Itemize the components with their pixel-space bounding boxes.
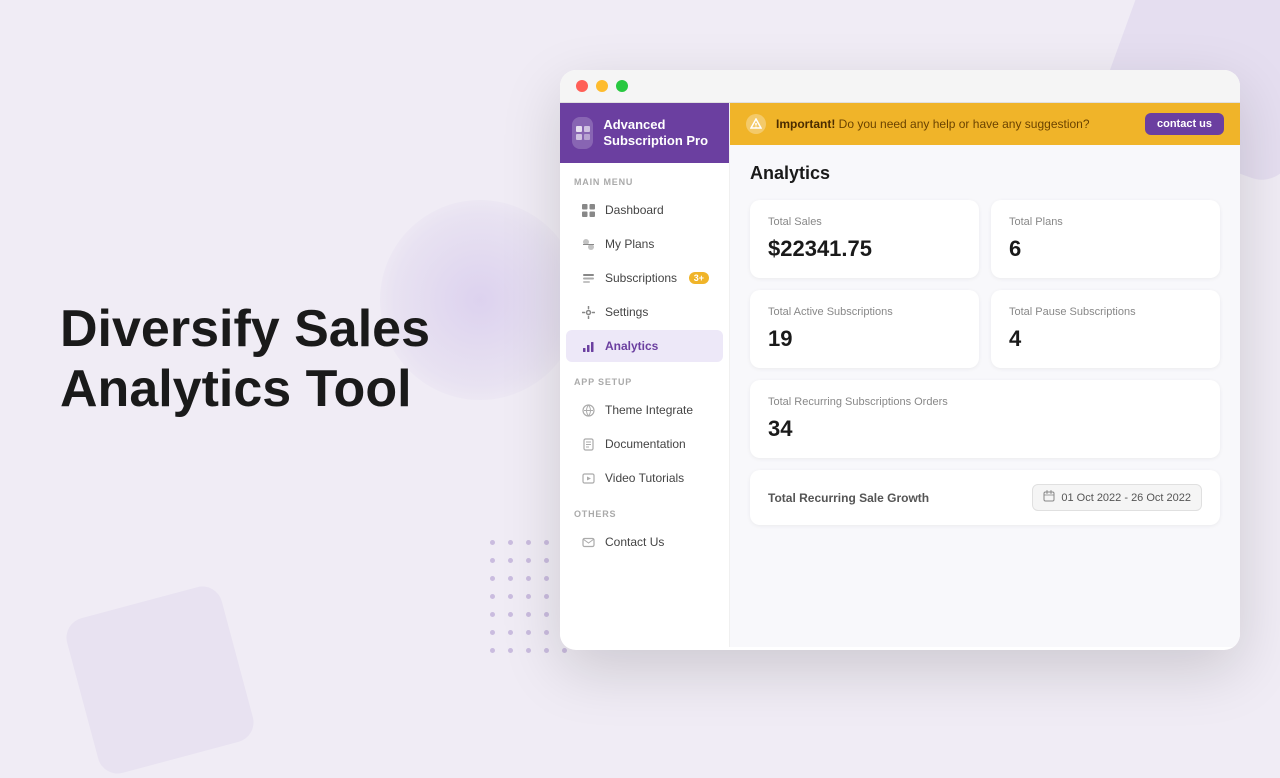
stat-card-active-subscriptions: Total Active Subscriptions 19 <box>750 290 979 368</box>
page-title: Analytics <box>750 163 1220 184</box>
pause-subscriptions-value: 4 <box>1009 326 1202 352</box>
sidebar-item-analytics[interactable]: Analytics <box>566 330 723 362</box>
documentation-icon <box>580 436 596 452</box>
sidebar-logo: Advanced Subscription Pro <box>560 103 729 163</box>
stat-card-pause-subscriptions: Total Pause Subscriptions 4 <box>991 290 1220 368</box>
my-plans-icon <box>580 236 596 252</box>
subscriptions-icon <box>580 270 596 286</box>
growth-card: Total Recurring Sale Growth 01 Oct 2022 … <box>750 470 1220 525</box>
analytics-icon <box>580 338 596 354</box>
sidebar-item-contact-us[interactable]: Contact Us <box>566 526 723 558</box>
recurring-orders-card: Total Recurring Subscriptions Orders 34 <box>750 380 1220 458</box>
stats-grid-row1: Total Sales $22341.75 Total Plans 6 <box>750 200 1220 278</box>
hero-title-line2: Analytics Tool <box>60 360 412 418</box>
active-subscriptions-value: 19 <box>768 326 961 352</box>
date-picker[interactable]: 01 Oct 2022 - 26 Oct 2022 <box>1032 484 1202 511</box>
sidebar-item-dashboard[interactable]: Dashboard <box>566 194 723 226</box>
recurring-orders-value: 34 <box>768 416 1202 442</box>
app-layout: Advanced Subscription Pro MAIN MENU Dash… <box>560 103 1240 647</box>
hero-title-line1: Diversify Sales <box>60 300 430 358</box>
contact-us-button[interactable]: contact us <box>1145 113 1224 135</box>
bg-decoration-bottom <box>62 582 258 778</box>
calendar-icon <box>1043 490 1055 505</box>
pause-subscriptions-label: Total Pause Subscriptions <box>1009 306 1202 318</box>
video-tutorials-icon <box>580 470 596 486</box>
settings-icon <box>580 304 596 320</box>
contact-us-label: Contact Us <box>605 535 664 549</box>
subscriptions-badge: 3+ <box>689 272 709 284</box>
hero-text: Diversify Sales Analytics Tool <box>60 300 500 420</box>
my-plans-label: My Plans <box>605 237 654 251</box>
logo-text: Advanced Subscription Pro <box>603 117 717 148</box>
total-sales-label: Total Sales <box>768 216 961 228</box>
sidebar-item-settings[interactable]: Settings <box>566 296 723 328</box>
theme-integrate-icon <box>580 402 596 418</box>
banner-text: Important! Do you need any help or have … <box>776 117 1090 131</box>
logo-icon <box>572 117 593 149</box>
sidebar: Advanced Subscription Pro MAIN MENU Dash… <box>560 103 730 647</box>
main-content: Important! Do you need any help or have … <box>730 103 1240 647</box>
browser-window: Advanced Subscription Pro MAIN MENU Dash… <box>560 70 1240 650</box>
stats-grid-row2: Total Active Subscriptions 19 Total Paus… <box>750 290 1220 368</box>
total-plans-label: Total Plans <box>1009 216 1202 228</box>
page-body: Analytics Total Sales $22341.75 Total Pl… <box>730 145 1240 647</box>
sidebar-item-theme-integrate[interactable]: Theme Integrate <box>566 394 723 426</box>
banner-icon <box>746 114 766 134</box>
date-range-text: 01 Oct 2022 - 26 Oct 2022 <box>1061 492 1191 504</box>
theme-integrate-label: Theme Integrate <box>605 403 693 417</box>
recurring-orders-label: Total Recurring Subscriptions Orders <box>768 396 1202 408</box>
total-sales-value: $22341.75 <box>768 236 961 262</box>
browser-dot-green <box>616 80 628 92</box>
settings-label: Settings <box>605 305 648 319</box>
browser-dot-red <box>576 80 588 92</box>
active-subscriptions-label: Total Active Subscriptions <box>768 306 961 318</box>
others-label: OTHERS <box>560 495 729 525</box>
dashboard-icon <box>580 202 596 218</box>
banner-message: Do you need any help or have any suggest… <box>839 117 1090 131</box>
sidebar-item-documentation[interactable]: Documentation <box>566 428 723 460</box>
dashboard-label: Dashboard <box>605 203 664 217</box>
browser-dot-yellow <box>596 80 608 92</box>
browser-chrome <box>560 70 1240 103</box>
subscriptions-label: Subscriptions <box>605 271 677 285</box>
main-menu-label: MAIN MENU <box>560 163 729 193</box>
sidebar-item-video-tutorials[interactable]: Video Tutorials <box>566 462 723 494</box>
analytics-label: Analytics <box>605 339 658 353</box>
banner-important: Important! <box>776 117 835 131</box>
sidebar-item-my-plans[interactable]: My Plans <box>566 228 723 260</box>
video-tutorials-label: Video Tutorials <box>605 471 684 485</box>
banner: Important! Do you need any help or have … <box>730 103 1240 145</box>
stat-card-total-plans: Total Plans 6 <box>991 200 1220 278</box>
contact-us-icon <box>580 534 596 550</box>
growth-label: Total Recurring Sale Growth <box>768 491 929 505</box>
total-plans-value: 6 <box>1009 236 1202 262</box>
app-setup-label: APP SETUP <box>560 363 729 393</box>
stat-card-total-sales: Total Sales $22341.75 <box>750 200 979 278</box>
sidebar-item-subscriptions[interactable]: Subscriptions 3+ <box>566 262 723 294</box>
documentation-label: Documentation <box>605 437 686 451</box>
